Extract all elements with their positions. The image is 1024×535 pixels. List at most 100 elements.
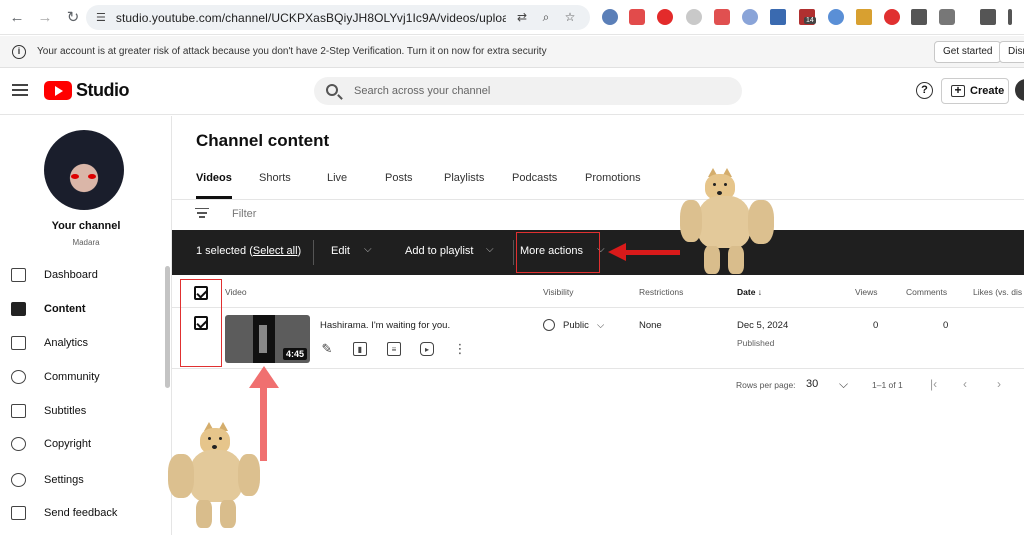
subtitles-icon: [11, 404, 26, 418]
extension-icon-2[interactable]: [629, 9, 645, 25]
browser-menu-icon[interactable]: [1008, 9, 1012, 25]
site-settings-icon[interactable]: ☰: [96, 11, 106, 24]
doge-eye: [713, 183, 716, 186]
restrictions-value: None: [639, 320, 662, 331]
first-page-icon[interactable]: |‹: [930, 377, 937, 391]
extension-icon-3[interactable]: [657, 9, 673, 25]
action-divider: [313, 240, 314, 265]
video-thumbnail[interactable]: 4:45: [225, 315, 310, 363]
chevron-down-icon[interactable]: ⌵: [839, 377, 848, 392]
extension-icon-1[interactable]: [602, 9, 618, 25]
filter-input[interactable]: Filter: [232, 208, 256, 220]
browser-toolbar: ← → ↻ ☰ studio.youtube.com/channel/UCKPX…: [0, 0, 1024, 35]
edit-dropdown[interactable]: Edit: [331, 245, 350, 257]
doge-arm: [168, 454, 194, 498]
page-range: 1–1 of 1: [872, 380, 903, 390]
extension-icon-7[interactable]: [770, 9, 786, 25]
translate-icon[interactable]: ⇄: [514, 9, 530, 25]
more-vertical-icon[interactable]: ⋮: [453, 342, 467, 356]
address-bar[interactable]: ☰ studio.youtube.com/channel/UCKPXasBQiy…: [86, 5, 590, 30]
tab-podcasts[interactable]: Podcasts: [512, 172, 557, 184]
download-icon[interactable]: [980, 9, 996, 25]
sidebar-item-settings[interactable]: Settings: [0, 465, 165, 495]
analytics-icon[interactable]: ▮: [353, 342, 367, 356]
extension-icon-11[interactable]: [884, 9, 900, 25]
thumbnail-figure: [259, 325, 267, 353]
col-visibility[interactable]: Visibility: [543, 287, 574, 297]
col-restrictions[interactable]: Restrictions: [639, 287, 683, 297]
sidebar-item-label: Copyright: [44, 438, 92, 450]
selected-count: 1 selected (Select all): [196, 245, 302, 257]
sidebar-item-dashboard[interactable]: Dashboard: [0, 260, 165, 290]
doge-eye: [219, 437, 222, 440]
filter-bar[interactable]: Filter: [172, 200, 1024, 229]
tab-playlists[interactable]: Playlists: [444, 172, 484, 184]
sidebar-item-community[interactable]: Community: [0, 362, 165, 392]
comments-icon[interactable]: ≡: [387, 342, 401, 356]
col-comments[interactable]: Comments: [906, 287, 947, 297]
extensions-puzzle-icon[interactable]: [939, 9, 955, 25]
col-views[interactable]: Views: [855, 287, 878, 297]
chevron-down-icon[interactable]: ⌵: [597, 320, 604, 331]
extension-icon-9[interactable]: [828, 9, 844, 25]
visibility-value[interactable]: Public: [563, 320, 589, 331]
help-icon[interactable]: ?: [916, 82, 933, 99]
rows-per-page-select[interactable]: 30: [806, 378, 818, 390]
back-icon[interactable]: ←: [6, 6, 28, 28]
get-started-button[interactable]: Get started: [934, 41, 1002, 63]
col-likes[interactable]: Likes (vs. dis: [973, 287, 1022, 297]
sidebar-scrollbar[interactable]: [165, 266, 170, 388]
doge-body: [190, 450, 242, 502]
create-button[interactable]: + Create: [941, 78, 1009, 104]
next-page-icon[interactable]: ›: [997, 377, 1001, 391]
channel-name: Madara: [72, 238, 100, 247]
tab-shorts[interactable]: Shorts: [259, 172, 291, 184]
tab-live[interactable]: Live: [327, 172, 347, 184]
sidebar-item-label: Analytics: [44, 337, 89, 349]
tab-videos[interactable]: Videos: [196, 172, 232, 184]
extension-icon-5[interactable]: [714, 9, 730, 25]
doge-leg: [728, 246, 744, 274]
pagination: Rows per page: 30 ⌵ 1–1 of 1 |‹ ‹ ›: [172, 370, 1024, 400]
video-duration: 4:45: [282, 348, 307, 360]
search-input[interactable]: Search across your channel: [314, 77, 742, 105]
url-text: studio.youtube.com/channel/UCKPXasBQiyJH…: [115, 10, 506, 25]
forward-icon[interactable]: →: [34, 6, 56, 28]
sidebar-item-send-feedback[interactable]: Send feedback: [0, 498, 165, 528]
sidebar-item-subtitles[interactable]: Subtitles: [0, 396, 165, 426]
video-title[interactable]: Hashirama. I'm waiting for you.: [320, 320, 450, 331]
tab-promotions[interactable]: Promotions: [585, 172, 641, 184]
bookmark-star-icon[interactable]: ☆: [562, 9, 578, 25]
sidebar-item-analytics[interactable]: Analytics: [0, 328, 165, 358]
extension-icon-6[interactable]: [742, 9, 758, 25]
channel-avatar[interactable]: [44, 130, 124, 210]
filter-icon[interactable]: [195, 208, 209, 218]
extension-icon-8[interactable]: 14: [799, 9, 816, 25]
extension-icon-10[interactable]: [856, 9, 872, 25]
zoom-icon[interactable]: ⌕: [538, 9, 554, 25]
col-date[interactable]: Date ↓: [737, 287, 762, 297]
add-to-playlist-dropdown[interactable]: Add to playlist: [405, 245, 473, 257]
select-all-link[interactable]: Select all: [253, 245, 298, 257]
audio-wave-icon[interactable]: [911, 9, 927, 25]
youtube-play-icon[interactable]: ▸: [420, 342, 434, 356]
security-banner: i Your account is at greater risk of att…: [0, 36, 1024, 68]
table-header: Video Visibility Restrictions Date ↓ Vie…: [172, 276, 1024, 308]
sidebar-item-copyright[interactable]: Copyright: [0, 429, 165, 459]
extension-icon-4[interactable]: [686, 9, 702, 25]
doge-leg: [220, 500, 236, 528]
tab-posts[interactable]: Posts: [385, 172, 413, 184]
views-value: 0: [873, 320, 879, 331]
sidebar-item-content[interactable]: Content: [0, 294, 165, 324]
annotation-arrow-up-icon: [249, 366, 279, 388]
table-row[interactable]: 4:45 Hashirama. I'm waiting for you. ✎ ▮…: [172, 309, 1024, 369]
pencil-icon[interactable]: ✎: [320, 342, 334, 356]
previous-page-icon[interactable]: ‹: [963, 377, 967, 391]
dismiss-button[interactable]: Dism: [999, 41, 1024, 63]
account-avatar[interactable]: [1015, 79, 1024, 101]
reload-icon[interactable]: ↻: [62, 6, 84, 28]
menu-icon[interactable]: [12, 84, 28, 96]
gear-icon: [11, 473, 26, 487]
studio-logo-text[interactable]: Studio: [76, 80, 130, 101]
youtube-logo-icon[interactable]: [44, 81, 72, 100]
